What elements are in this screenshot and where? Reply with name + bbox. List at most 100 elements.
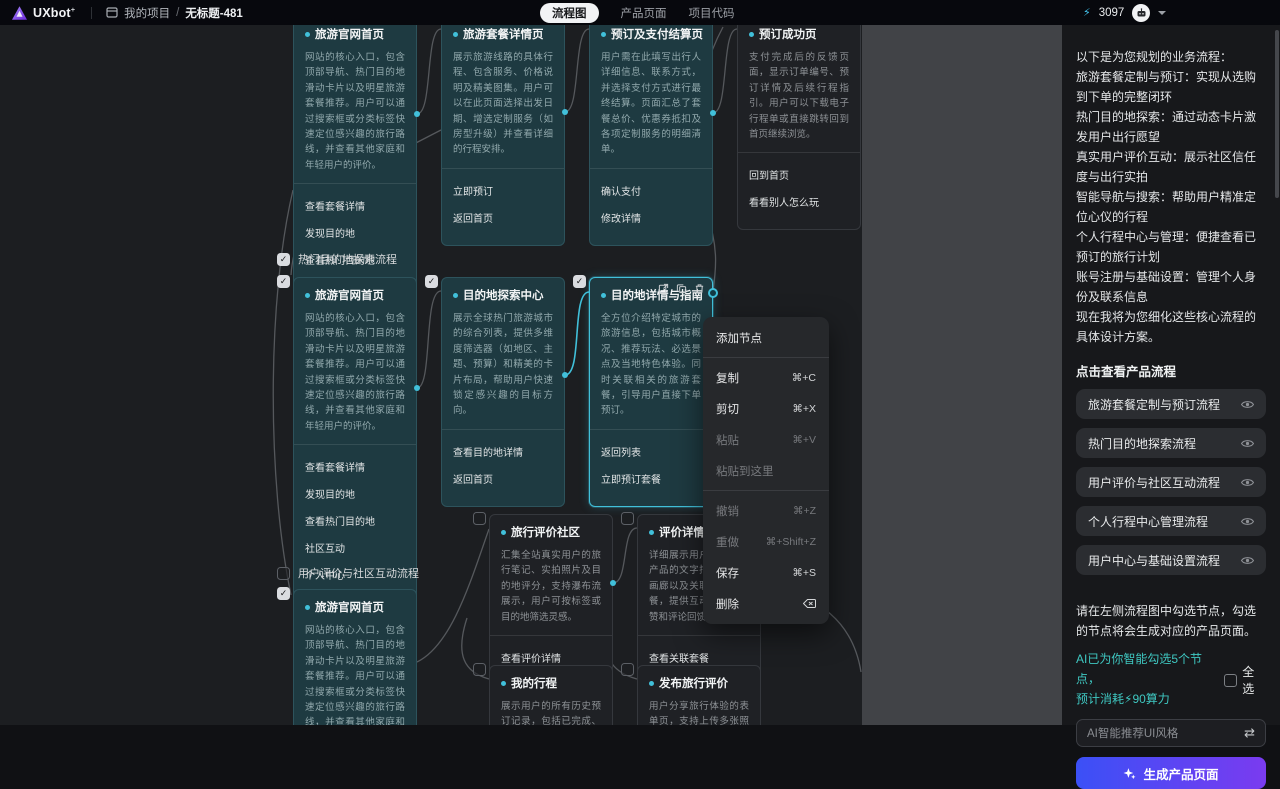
context-menu-item-添加节点[interactable]: 添加节点 [703, 322, 829, 353]
node-action-link[interactable]: 发现目的地 [305, 225, 405, 240]
duplicate-node-icon[interactable] [676, 283, 687, 294]
node-action-link[interactable]: 查看热门目的地 [305, 513, 405, 528]
generate-pages-button[interactable]: 生成产品页面 [1076, 757, 1266, 789]
node-action-link[interactable]: 立即预订 [453, 183, 553, 198]
flow-node[interactable]: 预订及支付结算页用户需在此填写出行人详细信息、联系方式，并选择支付方式进行最终结… [589, 25, 713, 246]
flow-node[interactable]: 旅游套餐详情页展示旅游线路的具体行程、包含服务、价格说明及精美图集。用户可以在此… [441, 25, 565, 246]
flow-node[interactable]: 我的行程展示用户的所有历史预订记录，包括已完成、待出行和已取消的订单。作为评价功… [489, 665, 613, 725]
node-action-link[interactable]: 发现目的地 [305, 486, 405, 501]
connection-port[interactable] [414, 111, 420, 117]
context-menu-item-复制[interactable]: 复制⌘+C [703, 362, 829, 393]
node-toolbar [658, 283, 705, 294]
eye-icon[interactable] [1241, 437, 1254, 450]
context-menu-item-删除[interactable]: 删除 [703, 588, 829, 619]
backspace-icon [803, 598, 816, 609]
node-action-link[interactable]: 回到首页 [749, 167, 849, 182]
connection-port[interactable] [610, 580, 616, 586]
node-action-link[interactable]: 看看别人怎么玩 [749, 194, 849, 209]
connection-port[interactable] [562, 109, 568, 115]
node-port-icon [305, 32, 310, 37]
ai-message-line: 个人行程中心与管理：便捷查看已预订的旅行计划 [1076, 227, 1266, 267]
flow-node[interactable]: 预订成功页支付完成后的反馈页面，显示订单编号、预订详情及后续行程指引。用户可以下… [737, 25, 861, 230]
node-actions: 查看目的地详情返回首页 [442, 429, 564, 486]
node-action-link[interactable]: 查看套餐详情 [305, 198, 405, 213]
node-action-link[interactable]: 社区互动 [305, 540, 405, 555]
flow-node[interactable]: 目的地详情与指南全方位介绍特定城市的旅游信息，包括城市概况、推荐玩法、必选景点及… [589, 277, 713, 507]
select-all-checkbox[interactable] [1224, 674, 1237, 687]
section-title: 热门目的地探索流程 [298, 251, 397, 267]
node-action-link[interactable]: 返回首页 [453, 210, 553, 225]
node-title: 目的地探索中心 [463, 287, 544, 303]
swap-style-icon[interactable]: ⇄ [1244, 725, 1255, 741]
node-title-row: 我的行程 [501, 675, 601, 691]
node-action-link[interactable]: 返回列表 [601, 444, 701, 459]
delete-node-icon[interactable] [694, 283, 705, 294]
node-checkbox[interactable]: ✓ [425, 275, 438, 288]
node-title: 旅行评价社区 [511, 524, 580, 540]
breadcrumb-project[interactable]: 我的项目 [124, 5, 170, 21]
flow-canvas[interactable]: ✓热门目的地探索流程用户评价与社区互动流程旅游官网首页网站的核心入口，包含顶部导… [0, 25, 862, 725]
edit-node-icon[interactable] [658, 283, 669, 294]
node-title-row: 旅游官网首页 [305, 599, 405, 615]
eye-icon[interactable] [1241, 476, 1254, 489]
flow-preview-label: 用户评价与社区互动流程 [1088, 474, 1220, 491]
flow-section-label: ✓ 热门目的地探索流程 [277, 251, 397, 267]
app-logo[interactable]: UXbot+ [0, 6, 75, 20]
node-checkbox[interactable] [621, 512, 634, 525]
eye-icon[interactable] [1241, 398, 1254, 411]
flow-preview-button[interactable]: 用户中心与基础设置流程 [1076, 545, 1266, 575]
context-menu-item-剪切[interactable]: 剪切⌘+X [703, 393, 829, 424]
connection-port[interactable] [562, 372, 568, 378]
eye-icon[interactable] [1241, 554, 1254, 567]
node-action-link[interactable]: 查看关联套餐 [649, 650, 749, 665]
flow-node[interactable]: 旅游官网首页网站的核心入口，包含顶部导航、热门目的地滑动卡片以及明星旅游套餐推荐… [293, 589, 417, 725]
context-menu-item-保存[interactable]: 保存⌘+S [703, 557, 829, 588]
flow-preview-button[interactable]: 热门目的地探索流程 [1076, 428, 1266, 458]
ai-sidebar: 以下是为您规划的业务流程：旅游套餐定制与预订：实现从选购到下单的完整闭环热门目的… [1062, 25, 1280, 725]
user-avatar[interactable] [1132, 4, 1150, 22]
sidebar-scrollbar[interactable] [1275, 30, 1279, 198]
flow-section-label: 用户评价与社区互动流程 [277, 565, 419, 581]
flow-preview-button[interactable]: 用户评价与社区互动流程 [1076, 467, 1266, 497]
node-port-icon [453, 32, 458, 37]
section-checkbox[interactable] [277, 567, 290, 580]
context-menu-shortcut: ⌘+V [792, 434, 816, 446]
ai-message-line: 现在我将为您细化这些核心流程的具体设计方案。 [1076, 307, 1266, 347]
node-action-link[interactable]: 查看评价详情 [501, 650, 601, 665]
node-checkbox[interactable] [473, 512, 486, 525]
flow-preview-button[interactable]: 个人行程中心管理流程 [1076, 506, 1266, 536]
node-action-link[interactable]: 立即预订套餐 [601, 471, 701, 486]
flow-node[interactable]: 旅游官网首页网站的核心入口，包含顶部导航、热门目的地滑动卡片以及明星旅游套餐推荐… [293, 277, 417, 603]
flow-preview-label: 用户中心与基础设置流程 [1088, 552, 1220, 569]
flow-preview-label: 个人行程中心管理流程 [1088, 513, 1208, 530]
breadcrumb-document-title[interactable]: 无标题-481 [185, 5, 243, 21]
eye-icon[interactable] [1241, 515, 1254, 528]
connection-port[interactable] [710, 110, 716, 116]
flows-heading: 点击查看产品流程 [1076, 361, 1266, 380]
connection-port[interactable] [414, 385, 420, 391]
tab-产品页面[interactable]: 产品页面 [621, 5, 667, 21]
node-action-link[interactable]: 查看套餐详情 [305, 459, 405, 474]
node-action-link[interactable]: 确认支付 [601, 183, 701, 198]
node-action-link[interactable]: 查看目的地详情 [453, 444, 553, 459]
flow-preview-button[interactable]: 旅游套餐定制与预订流程 [1076, 389, 1266, 419]
tab-流程图[interactable]: 流程图 [540, 3, 599, 23]
node-action-link[interactable]: 修改详情 [601, 210, 701, 225]
ai-message-line: 以下是为您规划的业务流程： [1076, 47, 1266, 67]
context-menu-label: 重做 [716, 534, 739, 550]
flow-node[interactable]: 发布旅行评价用户分享旅行体验的表单页，支持上传多张照片、为导游/酒店/服务评分，… [637, 665, 761, 725]
node-checkbox[interactable]: ✓ [277, 275, 290, 288]
node-checkbox[interactable] [473, 663, 486, 676]
connection-port[interactable] [708, 288, 718, 298]
node-action-link[interactable]: 返回首页 [453, 471, 553, 486]
flow-node[interactable]: 目的地探索中心展示全球热门旅游城市的综合列表，提供多维度筛选器（如地区、主题、预… [441, 277, 565, 507]
tab-项目代码[interactable]: 项目代码 [689, 5, 735, 21]
ui-style-input[interactable]: AI智能推荐UI风格 ⇄ [1076, 719, 1266, 747]
chevron-down-icon[interactable] [1158, 11, 1166, 15]
section-checkbox[interactable]: ✓ [277, 253, 290, 266]
context-menu-label: 粘贴 [716, 432, 739, 448]
node-checkbox[interactable]: ✓ [277, 587, 290, 600]
node-checkbox[interactable] [621, 663, 634, 676]
view-tabs: 流程图 产品页面 项目代码 [540, 0, 735, 25]
node-checkbox[interactable]: ✓ [573, 275, 586, 288]
